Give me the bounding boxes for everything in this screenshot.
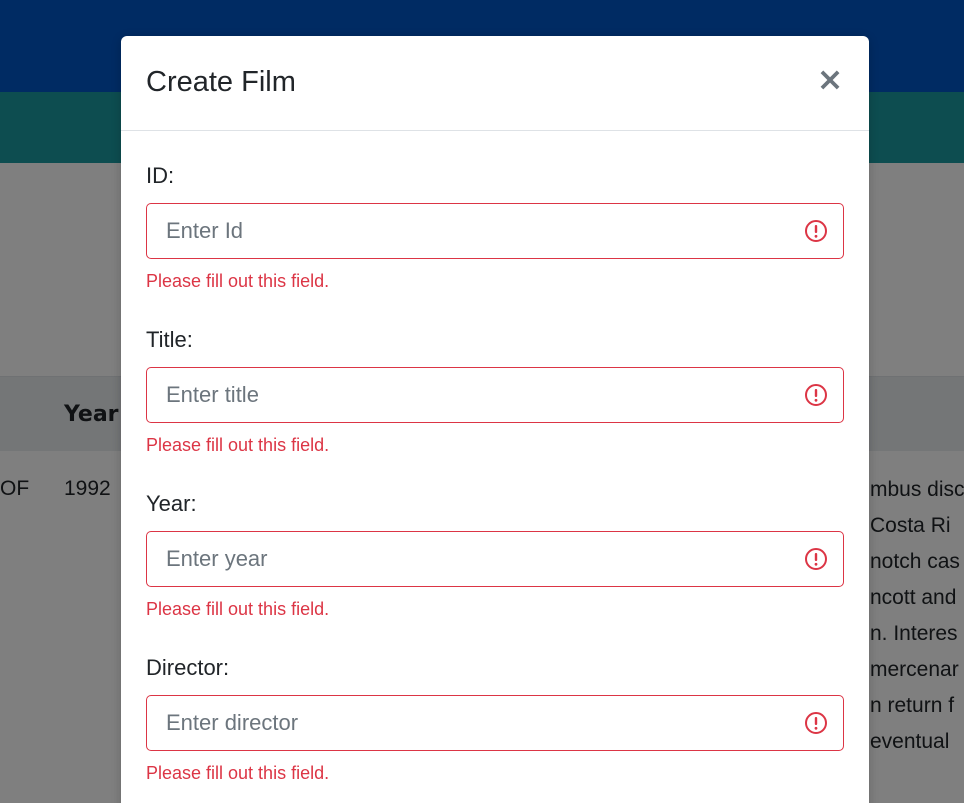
year-label: Year: xyxy=(146,491,197,516)
id-error-message: Please fill out this field. xyxy=(146,271,330,291)
modal-header: Create Film × xyxy=(121,36,869,131)
exclamation-circle-icon xyxy=(805,220,827,242)
title-input-wrapper xyxy=(146,367,844,423)
director-input-wrapper xyxy=(146,695,844,751)
director-error-message: Please fill out this field. xyxy=(146,763,330,783)
create-film-modal: Create Film × ID: Please fill out this f… xyxy=(121,36,869,803)
year-input-wrapper xyxy=(146,531,844,587)
form-group-year: Year: Please fill out this field. xyxy=(146,458,844,622)
form-group-director: Director: Please fill out this field. xyxy=(146,622,844,786)
exclamation-circle-icon xyxy=(805,548,827,570)
title-input[interactable] xyxy=(146,367,844,423)
director-label: Director: xyxy=(146,655,230,680)
director-input[interactable] xyxy=(146,695,844,751)
title-label: Title: xyxy=(146,327,193,352)
page: Year OF 1992 mbus disc Costa Ri notch ca… xyxy=(0,0,964,803)
exclamation-circle-icon xyxy=(805,712,827,734)
form-group-id: ID: Please fill out this field. xyxy=(146,130,844,294)
title-error-message: Please fill out this field. xyxy=(146,435,330,455)
form-group-title: Title: Please fill out this field. xyxy=(146,294,844,458)
modal-body: ID: Please fill out this field. Title: xyxy=(146,130,844,786)
close-button[interactable]: × xyxy=(815,63,845,95)
exclamation-circle-icon xyxy=(805,384,827,406)
id-input[interactable] xyxy=(146,203,844,259)
id-label: ID: xyxy=(146,163,175,188)
year-error-message: Please fill out this field. xyxy=(146,599,330,619)
id-input-wrapper xyxy=(146,203,844,259)
year-input[interactable] xyxy=(146,531,844,587)
modal-title: Create Film xyxy=(146,66,296,98)
